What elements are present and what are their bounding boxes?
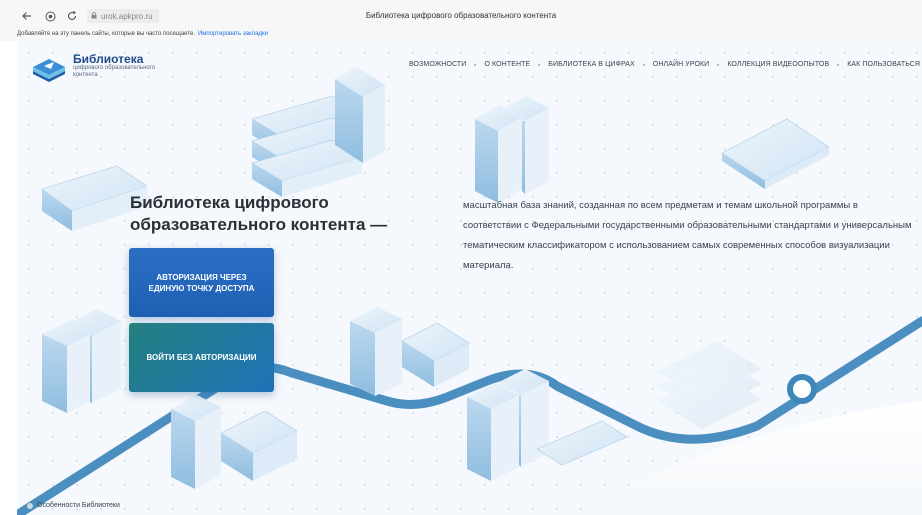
library-features-link[interactable]: Особенности Библиотеки	[27, 502, 120, 509]
hero-description: масштабная база знаний, созданная по все…	[463, 200, 912, 271]
nav-item-features[interactable]: ВОЗМОЖНОСТИ	[409, 61, 477, 68]
address-url: urok.apkpro.ru	[101, 11, 153, 21]
auth-single-access-button[interactable]: АВТОРИЗАЦИЯ ЧЕРЕЗ ЕДИНУЮ ТОЧКУ ДОСТУПА	[129, 248, 274, 317]
page-content: Библиотека цифрового образовательного ко…	[17, 41, 922, 515]
logo-book-icon	[33, 59, 65, 82]
book-stack-icon	[251, 67, 385, 197]
bookmarks-hint: Добавляйте на эту панель сайты, которые …	[17, 31, 195, 37]
nav-separator	[474, 63, 477, 66]
lock-icon	[91, 12, 97, 19]
nav-separator	[642, 63, 645, 66]
nav-item-video-experiments[interactable]: КОЛЛЕКЦИЯ ВИДЕООПЫТОВ	[727, 61, 840, 68]
bookmarks-bar: Добавляйте на эту панель сайты, которые …	[0, 30, 922, 41]
book-stack-icon	[350, 307, 470, 396]
nav-item-how-to-use[interactable]: КАК ПОЛЬЗОВАТЬСЯ	[847, 61, 922, 68]
import-bookmarks-link[interactable]: Импортировать закладки	[198, 31, 268, 37]
nav-item-library-in-numbers[interactable]: БИБЛИОТЕКА В ЦИФРАХ	[548, 61, 645, 68]
enter-without-auth-button[interactable]: ВОЙТИ БЕЗ АВТОРИЗАЦИИ	[129, 323, 274, 392]
library-features-label: Особенности Библиотеки	[37, 502, 120, 509]
nav-item-online-lessons[interactable]: ОНЛАЙН УРОКИ	[653, 61, 720, 68]
track-station-icon	[787, 374, 817, 404]
nav-separator	[717, 63, 720, 66]
address-bar[interactable]: urok.apkpro.ru	[87, 9, 159, 23]
back-arrow-icon[interactable]	[20, 9, 34, 23]
reload-icon[interactable]	[65, 9, 79, 23]
site-logo[interactable]: Библиотека цифрового образовательного ко…	[29, 53, 173, 83]
book-stack-icon	[42, 309, 121, 413]
page-tab-title: Библиотека цифрового образовательного ко…	[365, 11, 557, 20]
main-nav: ВОЗМОЖНОСТИ О КОНТЕНТЕ БИБЛИОТЕКА В ЦИФР…	[409, 61, 922, 68]
nav-separator	[538, 63, 541, 66]
browser-toolbar: urok.apkpro.ru Библиотека цифрового обра…	[0, 0, 922, 30]
book-stack-icon	[171, 395, 298, 489]
book-stack-icon	[475, 96, 549, 203]
book-stack-icon	[657, 341, 762, 429]
nav-separator	[837, 63, 840, 66]
bullet-icon	[27, 502, 33, 509]
book-stack-icon	[721, 118, 830, 189]
logo-subtitle: цифрового образовательного контента	[73, 65, 156, 78]
book-stack-icon	[467, 369, 628, 481]
logo-title: Библиотека	[73, 52, 144, 66]
hero-title: Библиотека цифрового образовательного ко…	[130, 193, 388, 234]
nav-item-about-content[interactable]: О КОНТЕНТЕ	[484, 61, 541, 68]
yandex-protect-icon[interactable]	[43, 9, 57, 23]
